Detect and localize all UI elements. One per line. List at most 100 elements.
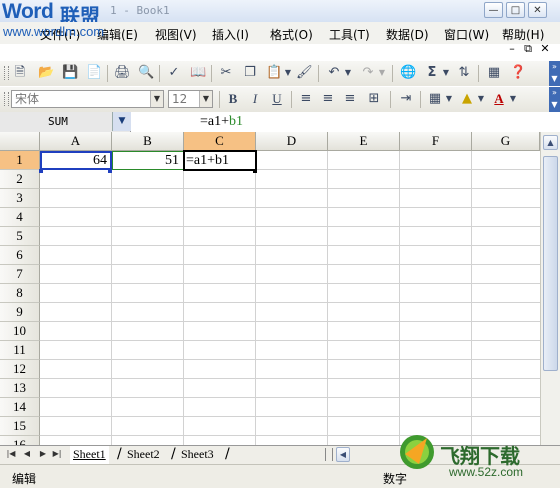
- row-header-10[interactable]: 10: [0, 322, 40, 341]
- scroll-up-icon[interactable]: ▲: [543, 135, 558, 150]
- toolbar-grip[interactable]: [4, 66, 9, 80]
- menu-insert[interactable]: 插入(I): [212, 26, 249, 43]
- print-icon[interactable]: 🖨: [114, 65, 131, 81]
- font-name-select[interactable]: 宋体 ▼: [11, 90, 164, 108]
- column-header-g[interactable]: G: [472, 132, 540, 151]
- spelling-icon[interactable]: ✓: [166, 65, 182, 81]
- toolbar-options-icon[interactable]: » ▼: [549, 61, 560, 87]
- menu-tools[interactable]: 工具(T): [329, 26, 370, 43]
- menu-view[interactable]: 视图(V): [155, 26, 197, 43]
- row-header-12[interactable]: 12: [0, 360, 40, 379]
- research-icon[interactable]: 📖: [190, 65, 206, 81]
- toolbar-grip[interactable]: [4, 92, 9, 106]
- row-header-16[interactable]: 16: [0, 436, 40, 445]
- column-header-e[interactable]: E: [328, 132, 400, 151]
- row-header-3[interactable]: 3: [0, 189, 40, 208]
- fill-handle[interactable]: [253, 169, 257, 173]
- column-header-c[interactable]: C: [184, 132, 256, 151]
- borders-dropdown-icon[interactable]: ▼: [445, 91, 453, 107]
- range-handle[interactable]: [108, 169, 112, 173]
- column-header-a[interactable]: A: [40, 132, 112, 151]
- menu-window[interactable]: 窗口(W): [444, 26, 489, 43]
- close-button[interactable]: ✕: [528, 2, 547, 18]
- row-header-5[interactable]: 5: [0, 227, 40, 246]
- menu-data[interactable]: 数据(D): [386, 26, 429, 43]
- last-sheet-icon[interactable]: ▶|: [52, 449, 62, 458]
- sort-ascending-icon[interactable]: ⇅: [456, 65, 472, 81]
- maximize-button[interactable]: □: [506, 2, 525, 18]
- row-header-14[interactable]: 14: [0, 398, 40, 417]
- hyperlink-icon[interactable]: 🌐: [400, 65, 416, 81]
- chevron-down-icon[interactable]: ▼: [150, 91, 163, 107]
- formula-input[interactable]: =a1+b1: [200, 114, 243, 130]
- sheet-tab-3[interactable]: Sheet3: [178, 446, 217, 463]
- name-box[interactable]: SUM ▼: [0, 112, 131, 132]
- save-icon[interactable]: 💾: [62, 65, 78, 81]
- chevron-down-icon[interactable]: ▼: [112, 112, 131, 131]
- range-handle[interactable]: [39, 169, 43, 173]
- fill-color-dropdown-icon[interactable]: ▼: [477, 91, 485, 107]
- row-header-2[interactable]: 2: [0, 170, 40, 189]
- row-header-9[interactable]: 9: [0, 303, 40, 322]
- column-header-b[interactable]: B: [112, 132, 184, 151]
- doc-close-icon[interactable]: ✕: [538, 42, 552, 55]
- font-color-icon[interactable]: A: [491, 91, 507, 107]
- row-header-7[interactable]: 7: [0, 265, 40, 284]
- font-size-select[interactable]: 12 ▼: [168, 90, 213, 108]
- indent-icon[interactable]: ⇥: [398, 91, 414, 107]
- align-center-icon[interactable]: ≡: [320, 91, 336, 107]
- copy-icon[interactable]: ❐: [242, 65, 258, 81]
- menu-help[interactable]: 帮助(H): [502, 26, 544, 43]
- italic-icon[interactable]: I: [247, 91, 263, 107]
- redo-dropdown-icon[interactable]: ▼: [378, 65, 386, 81]
- underline-icon[interactable]: U: [269, 91, 285, 107]
- bold-icon[interactable]: B: [225, 91, 241, 107]
- minimize-button[interactable]: —: [484, 2, 503, 18]
- row-header-8[interactable]: 8: [0, 284, 40, 303]
- scroll-left-icon[interactable]: ◀: [336, 447, 350, 462]
- row-header-15[interactable]: 15: [0, 417, 40, 436]
- redo-icon[interactable]: ↷: [360, 65, 376, 81]
- column-header-f[interactable]: F: [400, 132, 472, 151]
- open-icon[interactable]: 📂: [38, 65, 54, 81]
- doc-restore-icon[interactable]: ⧉: [521, 42, 535, 56]
- chart-wizard-icon[interactable]: ▦: [486, 65, 502, 81]
- menu-format[interactable]: 格式(O): [270, 26, 313, 43]
- first-sheet-icon[interactable]: |◀: [6, 449, 16, 458]
- autosum-dropdown-icon[interactable]: ▼: [442, 65, 450, 81]
- scroll-thumb[interactable]: [543, 156, 558, 371]
- undo-icon[interactable]: ↶: [326, 65, 342, 81]
- paste-icon[interactable]: 📋: [266, 65, 282, 81]
- vertical-scrollbar[interactable]: ▲: [540, 132, 560, 445]
- print-preview-icon[interactable]: 🔍: [138, 65, 154, 81]
- chevron-down-icon[interactable]: ▼: [199, 91, 212, 107]
- new-icon[interactable]: 🗎: [12, 65, 28, 81]
- cell-a1[interactable]: 64: [40, 151, 112, 170]
- cell-c1[interactable]: =a1+b1: [183, 150, 257, 171]
- borders-icon[interactable]: ▦: [427, 91, 443, 107]
- doc-minimize-icon[interactable]: –: [505, 42, 519, 55]
- autosum-icon[interactable]: Σ: [424, 65, 440, 81]
- undo-dropdown-icon[interactable]: ▼: [344, 65, 352, 81]
- row-header-13[interactable]: 13: [0, 379, 40, 398]
- row-header-4[interactable]: 4: [0, 208, 40, 227]
- prev-sheet-icon[interactable]: ◀: [22, 449, 32, 458]
- align-left-icon[interactable]: ≡: [298, 91, 314, 107]
- format-painter-icon[interactable]: 🖌: [296, 65, 313, 81]
- help-icon[interactable]: ❓: [510, 65, 526, 81]
- fill-color-icon[interactable]: ▲: [459, 91, 475, 107]
- paste-dropdown-icon[interactable]: ▼: [284, 65, 292, 81]
- toolbar-options-icon[interactable]: » ▼: [549, 87, 560, 113]
- select-all-corner[interactable]: [0, 132, 40, 151]
- sheet-tab-2[interactable]: Sheet2: [124, 446, 163, 463]
- row-header-6[interactable]: 6: [0, 246, 40, 265]
- tab-split-handle[interactable]: [325, 448, 333, 461]
- row-header-1[interactable]: 1: [0, 151, 40, 170]
- sheet-tab-1[interactable]: Sheet1: [70, 446, 109, 464]
- cell-b1[interactable]: 51: [112, 151, 184, 170]
- cut-icon[interactable]: ✂: [218, 65, 234, 81]
- permission-icon[interactable]: 📄: [86, 65, 102, 81]
- align-right-icon[interactable]: ≡: [342, 91, 358, 107]
- row-header-11[interactable]: 11: [0, 341, 40, 360]
- column-header-d[interactable]: D: [256, 132, 328, 151]
